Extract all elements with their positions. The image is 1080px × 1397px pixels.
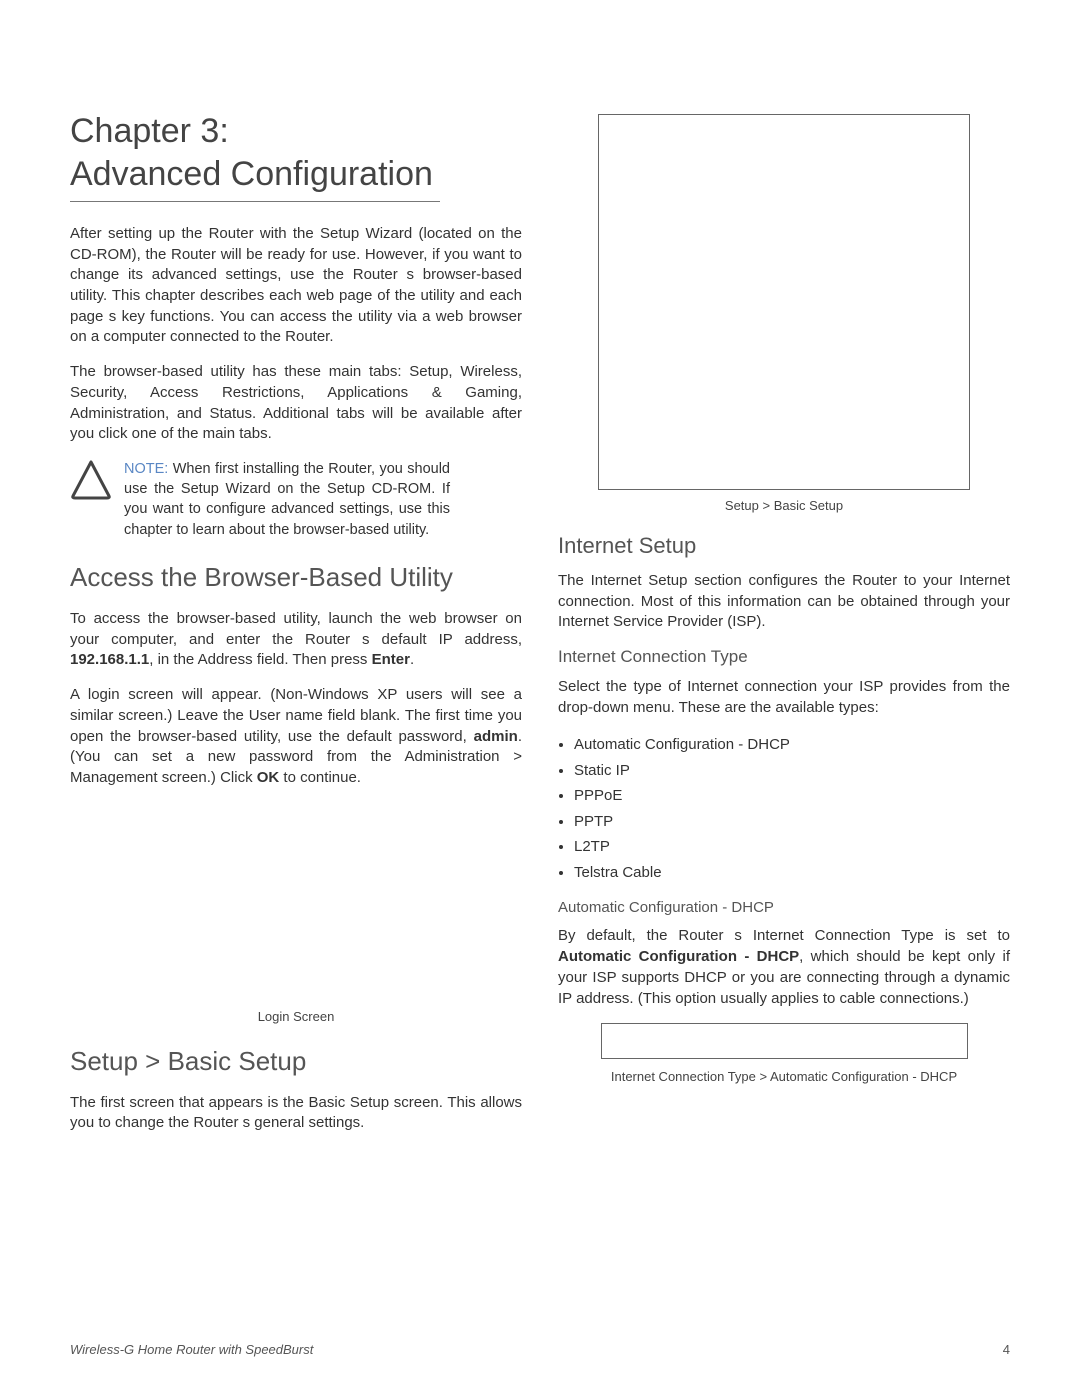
heading-internet-setup: Internet Setup [558,533,1010,559]
connection-types-list: Automatic Configuration - DHCP Static IP… [574,732,1010,885]
list-item: Static IP [574,758,1010,784]
note-label: NOTE: [124,461,168,477]
note-text: NOTE: When first installing the Router, … [124,459,450,540]
note-body: When first installing the Router, you sh… [124,461,450,538]
dhcp-paragraph: By default, the Router s Internet Connec… [558,926,1010,1009]
intro-paragraph-2: The browser-based utility has these main… [70,362,522,445]
note-callout: NOTE: When first installing the Router, … [70,459,450,540]
footer-page-number: 4 [1003,1342,1010,1357]
list-item: Telstra Cable [574,860,1010,886]
default-password: admin [474,728,518,745]
heading-access-utility: Access the Browser-Based Utility [70,562,522,593]
internet-setup-paragraph: The Internet Setup section configures th… [558,571,1010,633]
footer-product-name: Wireless-G Home Router with SpeedBurst [70,1342,313,1357]
document-page: Chapter 3: Advanced Configuration After … [0,0,1080,1397]
default-ip: 192.168.1.1 [70,651,149,668]
screenshot-basic-setup [598,114,970,490]
page-footer: Wireless-G Home Router with SpeedBurst 4 [70,1342,1010,1357]
left-column: Chapter 3: Advanced Configuration After … [70,110,522,1148]
chapter-number: Chapter 3: [70,112,229,150]
basic-setup-paragraph: The first screen that appears is the Bas… [70,1093,522,1134]
heading-setup-basic: Setup > Basic Setup [70,1046,522,1077]
login-screenshot-placeholder [70,803,522,1003]
screenshot-dhcp-dropdown [601,1023,968,1059]
warning-triangle-icon [70,459,112,501]
basic-setup-em: Basic Setup [309,1094,390,1111]
list-item: PPPoE [574,783,1010,809]
heading-connection-type: Internet Connection Type [558,647,1010,667]
list-item: Automatic Configuration - DHCP [574,732,1010,758]
list-item: L2TP [574,834,1010,860]
chapter-title: Chapter 3: Advanced Configuration [70,110,522,195]
access-paragraph-2: A login screen will appear. (Non-Windows… [70,685,522,788]
caption-login-screen: Login Screen [70,1009,522,1024]
intro-paragraph-1: After setting up the Router with the Set… [70,224,522,348]
list-item: PPTP [574,809,1010,835]
button-label-ok: OK [257,769,280,786]
right-column: Setup > Basic Setup Internet Setup The I… [558,110,1010,1148]
dhcp-bold: Automatic Configuration - DHCP [558,948,799,965]
chapter-rule [70,201,440,202]
chapter-name: Advanced Configuration [70,155,433,193]
access-paragraph-1: To access the browser-based utility, lau… [70,609,522,671]
two-column-layout: Chapter 3: Advanced Configuration After … [70,110,1010,1148]
caption-dhcp: Internet Connection Type > Automatic Con… [558,1069,1010,1084]
connection-type-paragraph: Select the type of Internet connection y… [558,677,1010,718]
key-enter: Enter [372,651,410,668]
heading-dhcp: Automatic Configuration - DHCP [558,899,1010,916]
field-username: User name [249,707,323,724]
caption-basic-setup: Setup > Basic Setup [558,498,1010,513]
